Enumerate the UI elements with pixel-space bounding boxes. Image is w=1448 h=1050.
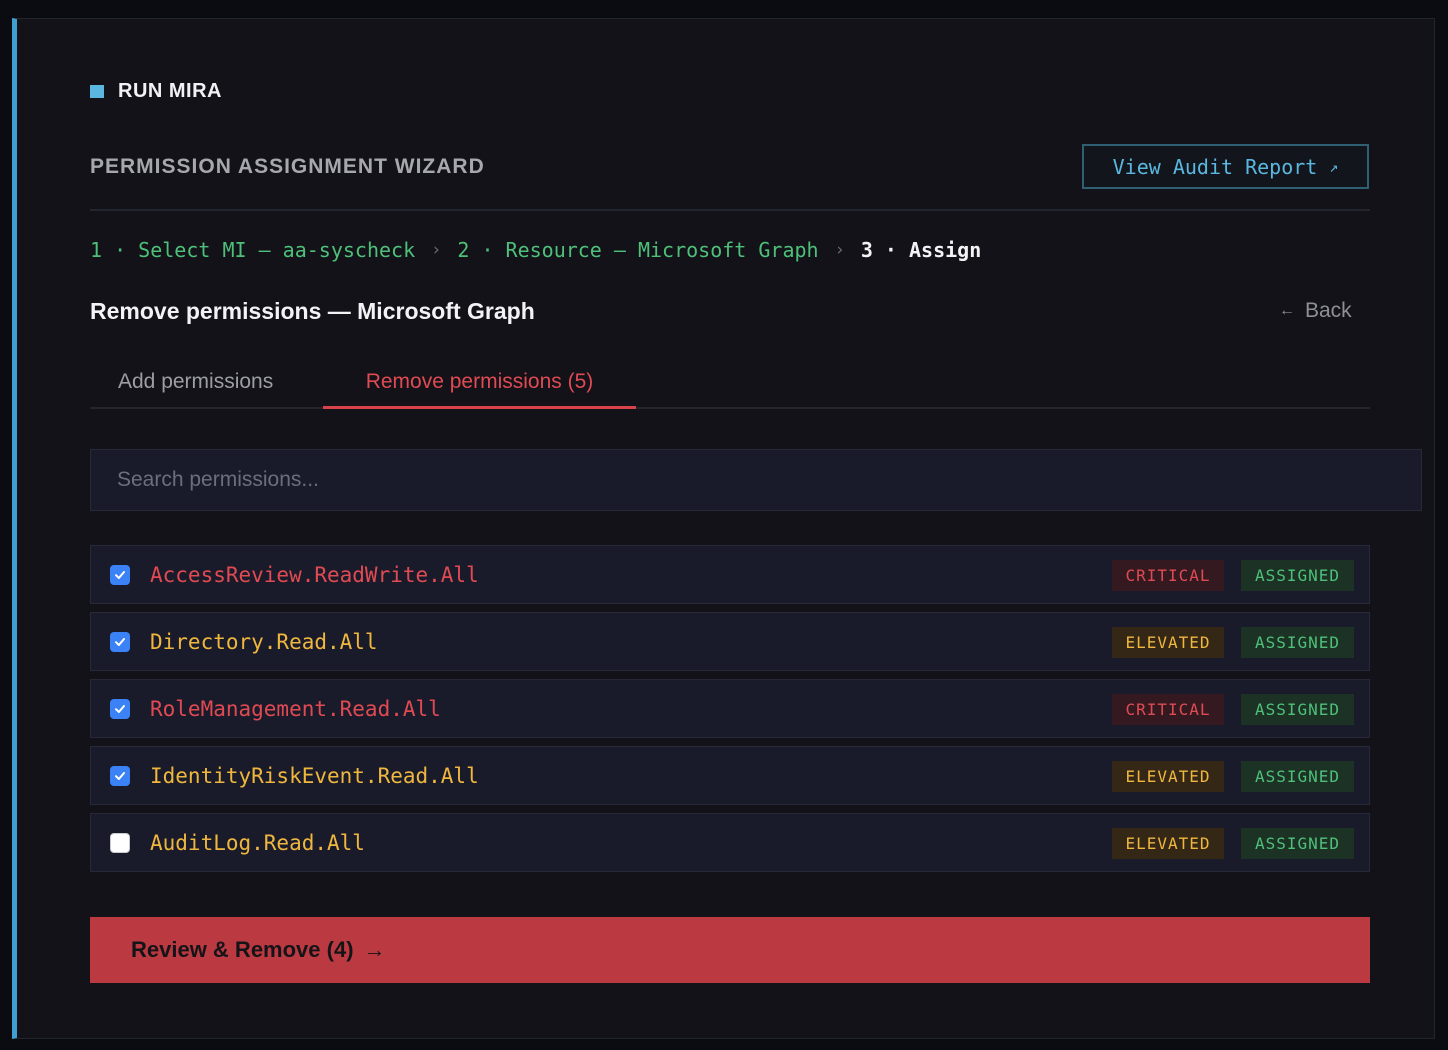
view-audit-report-button[interactable]: View Audit Report ↗ xyxy=(1082,144,1369,189)
permission-checkbox[interactable] xyxy=(110,833,130,853)
risk-level-badge: ELEVATED xyxy=(1112,828,1224,859)
status-badge: ASSIGNED xyxy=(1241,828,1354,859)
status-badge: ASSIGNED xyxy=(1241,694,1354,725)
breadcrumb-step-assign: 3 · Assign xyxy=(860,238,982,262)
wizard-panel: RUN MIRA PERMISSION ASSIGNMENT WIZARD Vi… xyxy=(12,18,1435,1039)
permission-name: AuditLog.Read.All xyxy=(150,830,365,855)
back-link[interactable]: ← Back xyxy=(1279,299,1352,323)
breadcrumb-step-resource[interactable]: 2 · Resource — Microsoft Graph xyxy=(457,238,818,262)
status-badge: ASSIGNED xyxy=(1241,627,1354,658)
chevron-right-icon: › xyxy=(431,240,442,260)
permission-name: AccessReview.ReadWrite.All xyxy=(150,562,479,587)
wizard-heading: PERMISSION ASSIGNMENT WIZARD xyxy=(90,155,485,178)
tab-add-permissions[interactable]: Add permissions xyxy=(118,355,273,409)
permission-name: Directory.Read.All xyxy=(150,629,378,654)
review-remove-button[interactable]: Review & Remove (4) → xyxy=(90,917,1370,983)
chevron-right-icon: › xyxy=(834,240,845,260)
checkmark-icon xyxy=(115,705,125,713)
tab-label: Remove permissions (5) xyxy=(365,370,594,393)
permission-row[interactable]: Directory.Read.All ELEVATED ASSIGNED xyxy=(90,612,1370,671)
back-label: Back xyxy=(1305,299,1352,322)
search-permissions-input[interactable] xyxy=(90,449,1422,511)
permission-row[interactable]: RoleManagement.Read.All CRITICAL ASSIGNE… xyxy=(90,679,1370,738)
tab-bar: Add permissions Remove permissions (5) xyxy=(90,355,1370,409)
header-divider xyxy=(90,209,1370,211)
risk-level-badge: CRITICAL xyxy=(1112,560,1224,591)
status-badge: ASSIGNED xyxy=(1241,560,1354,591)
permission-checkbox[interactable] xyxy=(110,766,130,786)
external-link-icon: ↗ xyxy=(1329,157,1339,176)
permission-checkbox[interactable] xyxy=(110,699,130,719)
risk-level-badge: ELEVATED xyxy=(1112,627,1224,658)
risk-level-badge: ELEVATED xyxy=(1112,761,1224,792)
permission-name: RoleManagement.Read.All xyxy=(150,696,441,721)
section-title: Remove permissions — Microsoft Graph xyxy=(90,298,535,324)
permission-row[interactable]: AuditLog.Read.All ELEVATED ASSIGNED xyxy=(90,813,1370,872)
review-remove-label: Review & Remove (4) xyxy=(131,937,354,962)
audit-button-label: View Audit Report xyxy=(1112,154,1318,179)
risk-level-badge: CRITICAL xyxy=(1112,694,1224,725)
permission-list: AccessReview.ReadWrite.All CRITICAL ASSI… xyxy=(90,545,1370,880)
tab-remove-permissions[interactable]: Remove permissions (5) xyxy=(323,355,636,409)
checkmark-icon xyxy=(115,772,125,780)
permission-checkbox[interactable] xyxy=(110,565,130,585)
checkmark-icon xyxy=(115,638,125,646)
app-title: RUN MIRA xyxy=(118,80,222,102)
app-header: RUN MIRA xyxy=(90,80,222,103)
breadcrumb-step-select-mi[interactable]: 1 · Select MI — aa-syscheck xyxy=(90,238,415,262)
permission-checkbox[interactable] xyxy=(110,632,130,652)
active-tab-indicator xyxy=(323,406,636,409)
arrow-right-icon: → xyxy=(363,937,386,962)
permission-row[interactable]: AccessReview.ReadWrite.All CRITICAL ASSI… xyxy=(90,545,1370,604)
checkmark-icon xyxy=(115,571,125,579)
permission-name: IdentityRiskEvent.Read.All xyxy=(150,763,479,788)
tab-label: Add permissions xyxy=(118,370,274,393)
permission-row[interactable]: IdentityRiskEvent.Read.All ELEVATED ASSI… xyxy=(90,746,1370,805)
breadcrumb: 1 · Select MI — aa-syscheck › 2 · Resour… xyxy=(90,238,981,262)
status-badge: ASSIGNED xyxy=(1241,761,1354,792)
square-icon xyxy=(90,85,104,98)
arrow-left-icon: ← xyxy=(1279,302,1295,319)
tab-bar-divider xyxy=(90,407,1370,409)
